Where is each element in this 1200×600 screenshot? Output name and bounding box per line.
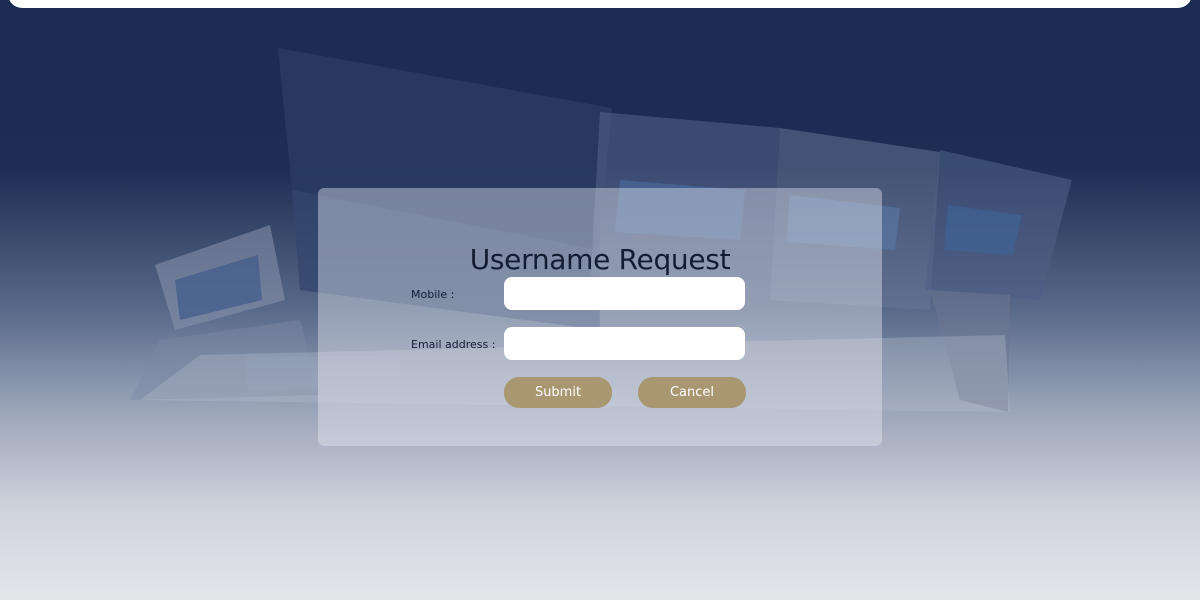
cancel-button[interactable]: Cancel: [638, 377, 746, 408]
submit-button[interactable]: Submit: [504, 377, 612, 408]
mobile-label: Mobile :: [411, 288, 455, 301]
page-title: Username Request: [469, 242, 731, 276]
email-input[interactable]: [504, 327, 745, 360]
mobile-input[interactable]: [504, 277, 745, 310]
email-label: Email address :: [411, 338, 496, 351]
